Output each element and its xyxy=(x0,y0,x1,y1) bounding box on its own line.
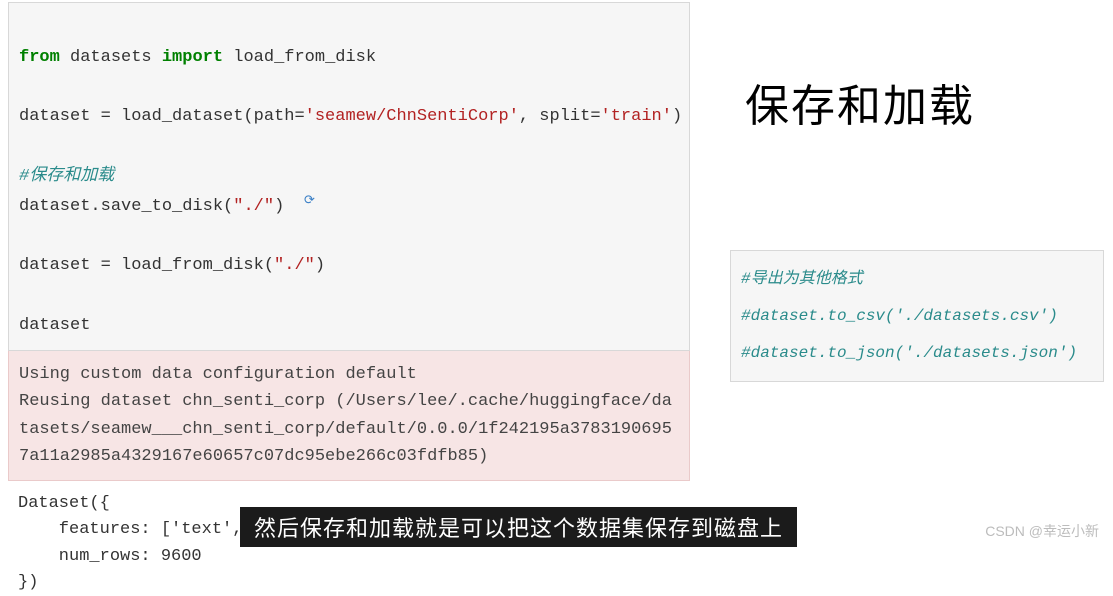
cursor-icon: ⟳ xyxy=(304,190,315,213)
code-text: datasets xyxy=(60,48,162,67)
keyword-import: import xyxy=(162,48,223,67)
string-literal: "./" xyxy=(274,256,315,275)
output-warning-block: Using custom data configuration default … xyxy=(8,351,690,481)
code-text: ) xyxy=(672,107,682,126)
code-block: from datasets import load_from_disk data… xyxy=(8,2,690,351)
code-text: , split= xyxy=(519,107,601,126)
output-line: num_rows: 9600 xyxy=(18,547,202,566)
code-comment: #dataset.to_json('./datasets.json') xyxy=(741,335,1093,372)
code-comment: #导出为其他格式 xyxy=(741,261,1093,298)
code-text: ) xyxy=(274,197,284,216)
watermark-text: CSDN @幸运小新 xyxy=(985,521,1099,541)
code-comment: #保存和加载 xyxy=(19,167,114,186)
code-comment: #dataset.to_csv('./datasets.csv') xyxy=(741,298,1093,335)
video-caption: 然后保存和加载就是可以把这个数据集保存到磁盘上 xyxy=(240,507,797,547)
code-text: dataset xyxy=(19,316,90,335)
warning-line: Using custom data configuration default xyxy=(19,361,679,388)
code-text: dataset.save_to_disk( xyxy=(19,197,233,216)
code-text: load_from_disk xyxy=(223,48,376,67)
string-literal: 'train' xyxy=(601,107,672,126)
code-text: dataset = load_from_disk( xyxy=(19,256,274,275)
side-code-block: #导出为其他格式 #dataset.to_csv('./datasets.csv… xyxy=(730,250,1104,382)
warning-line: Reusing dataset chn_senti_corp (/Users/l… xyxy=(19,388,679,470)
code-text: ) xyxy=(315,256,325,275)
string-literal: 'seamew/ChnSentiCorp' xyxy=(305,107,519,126)
section-heading: 保存和加载 xyxy=(745,70,975,134)
code-text: dataset = load_dataset(path= xyxy=(19,107,305,126)
string-literal: "./" xyxy=(233,197,274,216)
output-line: Dataset({ xyxy=(18,494,110,513)
keyword-from: from xyxy=(19,48,60,67)
output-line: }) xyxy=(18,573,38,592)
